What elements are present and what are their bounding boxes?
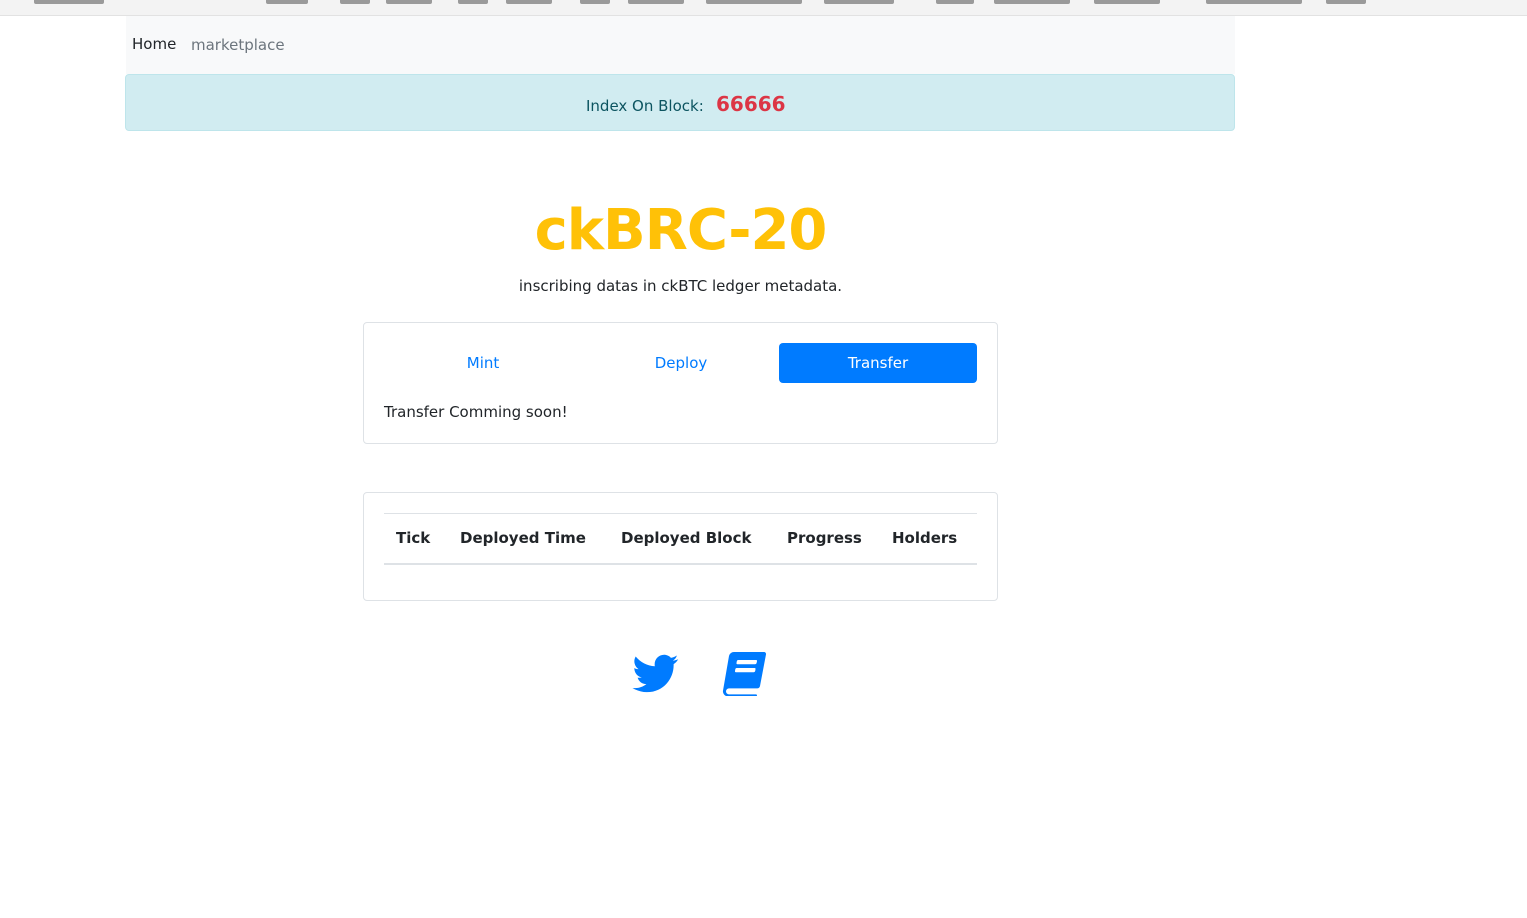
tab-transfer[interactable]: Transfer — [779, 343, 977, 383]
twitter-icon[interactable] — [632, 650, 680, 696]
bookmark-item[interactable] — [628, 0, 684, 4]
bookmark-item[interactable] — [1094, 0, 1160, 4]
column-header-progress: Progress — [787, 529, 862, 547]
bookmark-item[interactable] — [340, 0, 370, 4]
bookmark-item[interactable] — [1206, 0, 1302, 4]
bookmark-item[interactable] — [458, 0, 488, 4]
tab-deploy[interactable]: Deploy — [582, 343, 780, 383]
action-tabs-card: Mint Deploy Transfer Transfer Comming so… — [363, 322, 998, 444]
index-block-label: Index On Block: — [586, 97, 704, 115]
tab-content-text: Transfer Comming soon! — [384, 403, 568, 421]
index-block-alert: Index On Block: 66666 — [125, 74, 1235, 131]
book-icon[interactable] — [720, 650, 768, 697]
table-header-row: Tick Deployed Time Deployed Block Progre… — [384, 513, 977, 565]
column-header-deployed-block: Deployed Block — [621, 529, 752, 547]
tokens-table-card: Tick Deployed Time Deployed Block Progre… — [363, 492, 998, 601]
bookmark-item[interactable] — [506, 0, 552, 4]
index-block-value: 66666 — [716, 92, 786, 116]
column-header-tick: Tick — [396, 529, 431, 547]
bookmark-item[interactable] — [1326, 0, 1366, 4]
page-title: ckBRC-20 — [534, 198, 828, 263]
nav-home-link[interactable]: Home — [132, 35, 176, 53]
column-header-deployed-time: Deployed Time — [460, 529, 586, 547]
bookmark-item[interactable] — [994, 0, 1070, 4]
bookmark-item[interactable] — [386, 0, 432, 4]
bookmark-item[interactable] — [266, 0, 308, 4]
bookmark-item[interactable] — [706, 0, 802, 4]
tab-mint[interactable]: Mint — [384, 343, 582, 383]
bookmark-item[interactable] — [936, 0, 974, 4]
bookmark-item[interactable] — [580, 0, 610, 4]
page-subtitle: inscribing datas in ckBTC ledger metadat… — [518, 277, 843, 295]
browser-bookmarks-strip — [0, 0, 1527, 16]
bookmark-item[interactable] — [824, 0, 894, 4]
column-header-holders: Holders — [892, 529, 958, 547]
navbar: Home marketplace — [126, 16, 1235, 74]
bookmark-item[interactable] — [34, 0, 104, 4]
nav-marketplace-link[interactable]: marketplace — [191, 36, 285, 54]
